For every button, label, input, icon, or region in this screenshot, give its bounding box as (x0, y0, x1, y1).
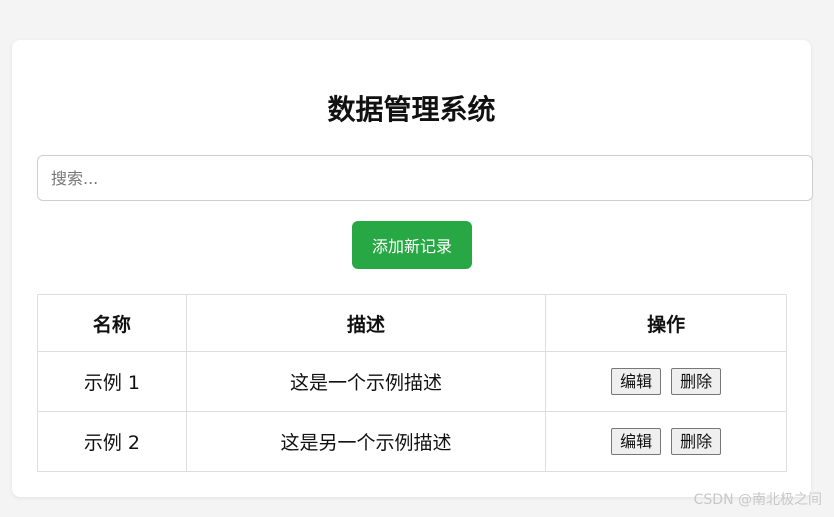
delete-button[interactable]: 删除 (671, 368, 722, 395)
page-title: 数据管理系统 (327, 93, 496, 126)
table-row: 示例 2 这是另一个示例描述 编辑 删除 (37, 411, 787, 472)
edit-button[interactable]: 编辑 (611, 368, 662, 395)
cell-actions: 编辑 删除 (545, 411, 787, 472)
cell-description: 这是另一个示例描述 (185, 411, 547, 472)
column-header-actions: 操作 (545, 294, 787, 352)
cell-actions: 编辑 删除 (545, 351, 787, 412)
main-card: 数据管理系统 添加新记录 名称 描述 操作 示例 1 这是一个示例描述 编辑 删… (12, 40, 813, 497)
cell-name: 示例 1 (37, 351, 187, 412)
cell-description: 这是一个示例描述 (185, 351, 547, 412)
cell-name: 示例 2 (37, 411, 187, 472)
delete-button[interactable]: 删除 (671, 428, 722, 455)
add-record-button[interactable]: 添加新记录 (352, 221, 472, 269)
records-table: 名称 描述 操作 示例 1 这是一个示例描述 编辑 删除 示例 2 这是另一个示… (37, 294, 787, 472)
table-header-row: 名称 描述 操作 (37, 294, 787, 352)
column-header-name: 名称 (37, 294, 187, 352)
search-input[interactable] (37, 155, 813, 201)
watermark: CSDN @南北极之间 (693, 492, 822, 508)
edit-button[interactable]: 编辑 (611, 428, 662, 455)
table-row: 示例 1 这是一个示例描述 编辑 删除 (37, 351, 787, 412)
column-header-description: 描述 (185, 294, 547, 352)
